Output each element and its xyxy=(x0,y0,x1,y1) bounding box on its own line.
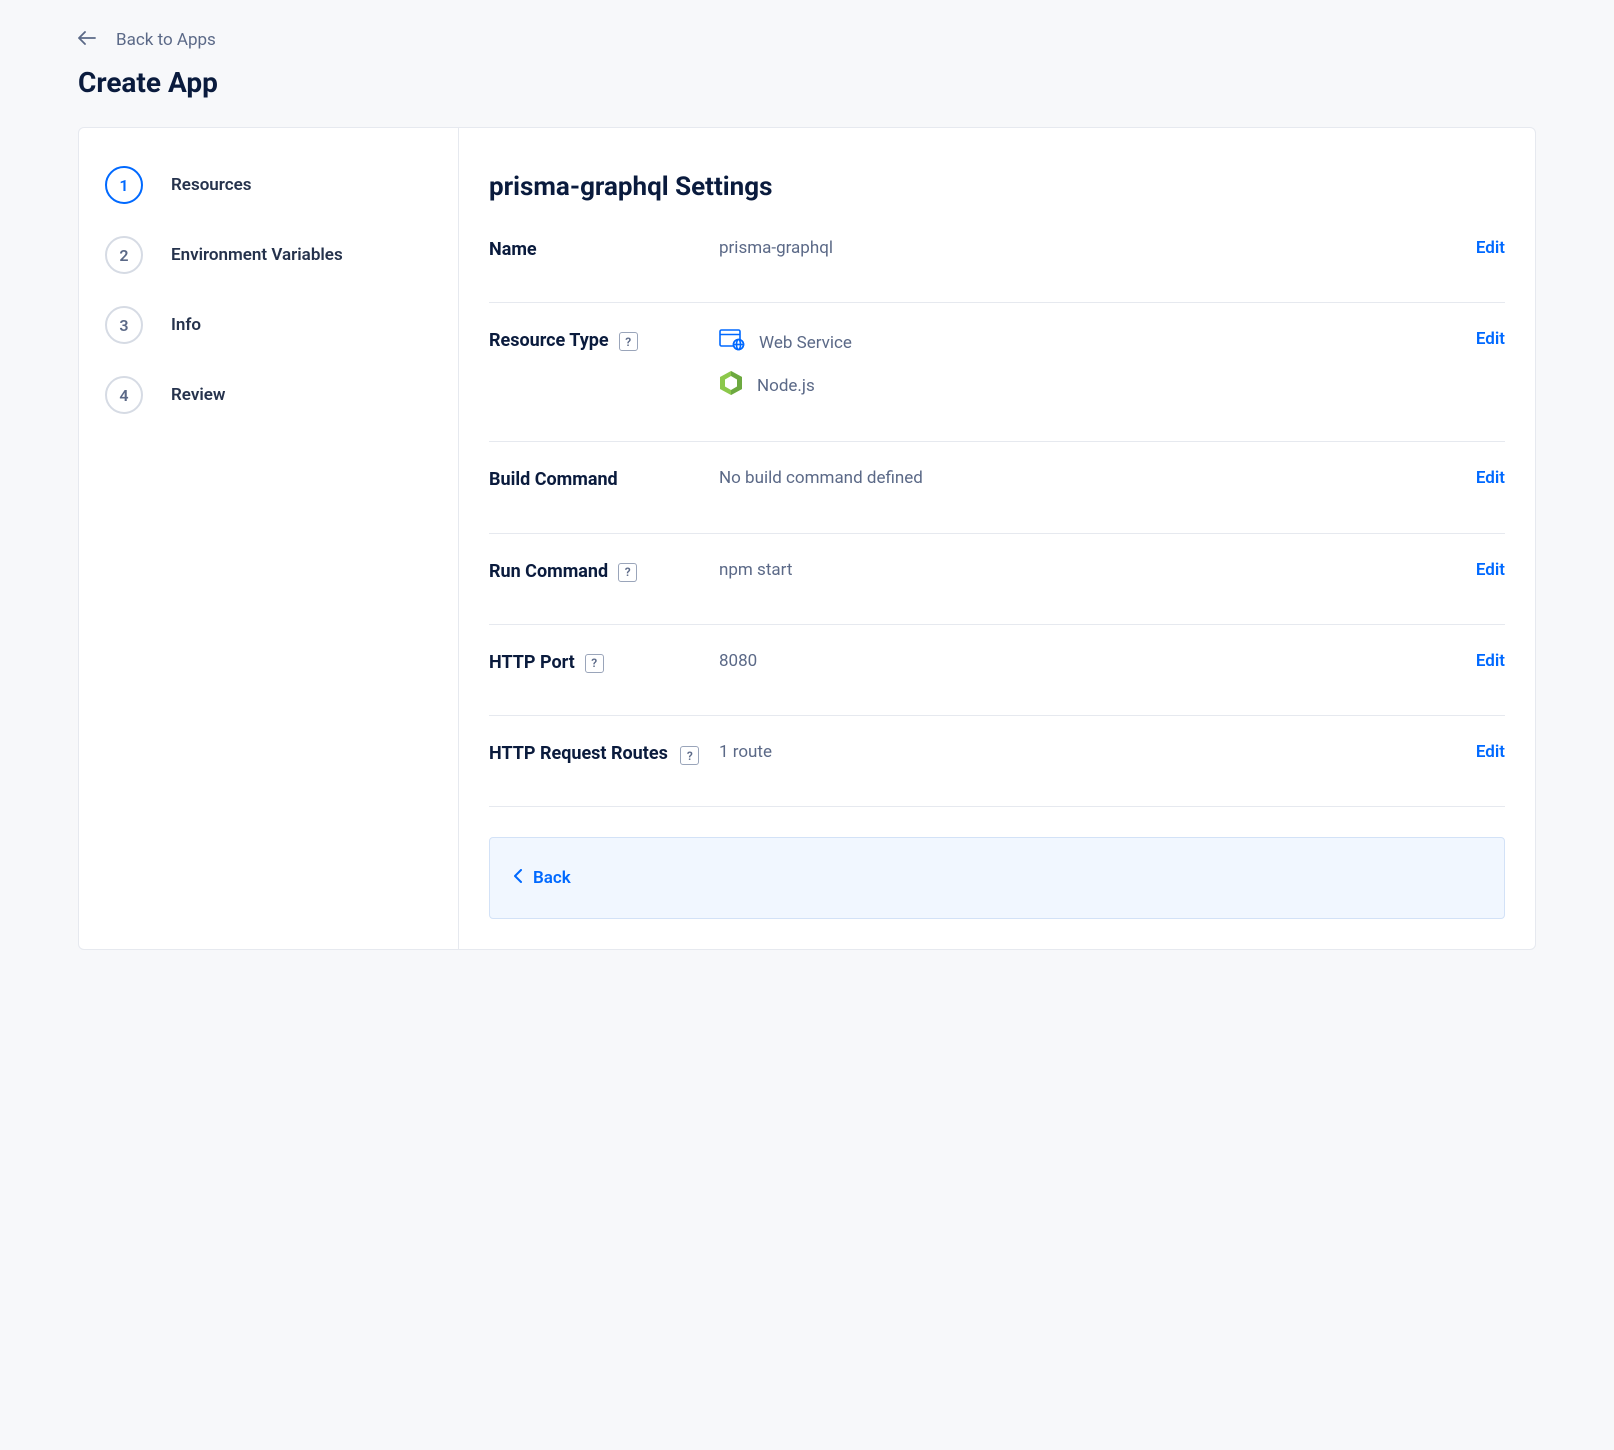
service-line: Web Service xyxy=(719,329,1456,356)
row-build-command: Build Command No build command defined E… xyxy=(489,442,1505,533)
step-env-vars[interactable]: 2 Environment Variables xyxy=(105,220,432,290)
step-number: 4 xyxy=(105,376,143,414)
row-http-port: HTTP Port ? 8080 Edit xyxy=(489,625,1505,716)
row-label: Resource Type ? xyxy=(489,329,719,353)
back-to-apps-label: Back to Apps xyxy=(116,30,216,50)
row-run-command: Run Command ? npm start Edit xyxy=(489,534,1505,625)
row-label: HTTP Request Routes ? xyxy=(489,742,719,766)
row-label: Run Command ? xyxy=(489,560,719,584)
arrow-left-icon xyxy=(78,30,96,50)
chevron-left-icon xyxy=(514,868,523,888)
footer-bar: Back xyxy=(489,837,1505,919)
step-number: 2 xyxy=(105,236,143,274)
help-icon[interactable]: ? xyxy=(680,746,699,765)
nodejs-icon xyxy=(719,370,743,401)
row-label: Build Command xyxy=(489,468,719,492)
steps-sidebar: 1 Resources 2 Environment Variables 3 In… xyxy=(79,128,459,949)
edit-resource-type-button[interactable]: Edit xyxy=(1456,329,1505,349)
row-value: prisma-graphql xyxy=(719,238,1456,258)
row-value: Web Service Node.js xyxy=(719,329,1456,401)
settings-main: prisma-graphql Settings Name prisma-grap… xyxy=(459,128,1535,949)
step-label: Resources xyxy=(171,175,252,195)
footer-back-button[interactable]: Back xyxy=(514,868,571,888)
row-label: Name xyxy=(489,238,719,262)
runtime-line: Node.js xyxy=(719,370,1456,401)
page-title: Create App xyxy=(78,66,1536,99)
step-label: Environment Variables xyxy=(171,245,343,265)
runtime-name: Node.js xyxy=(757,376,815,396)
step-number: 3 xyxy=(105,306,143,344)
row-value: 1 route xyxy=(719,742,1456,762)
help-icon[interactable]: ? xyxy=(585,654,604,673)
back-to-apps-link[interactable]: Back to Apps xyxy=(78,30,1536,50)
step-info[interactable]: 3 Info xyxy=(105,290,432,360)
step-label: Review xyxy=(171,385,225,405)
footer-back-label: Back xyxy=(533,868,571,888)
create-app-card: 1 Resources 2 Environment Variables 3 In… xyxy=(78,127,1536,950)
edit-http-routes-button[interactable]: Edit xyxy=(1456,742,1505,762)
step-resources[interactable]: 1 Resources xyxy=(105,150,432,220)
section-title: prisma-graphql Settings xyxy=(489,172,1505,202)
edit-run-command-button[interactable]: Edit xyxy=(1456,560,1505,580)
row-resource-type: Resource Type ? Web S xyxy=(489,303,1505,442)
step-label: Info xyxy=(171,315,201,335)
edit-build-command-button[interactable]: Edit xyxy=(1456,468,1505,488)
help-icon[interactable]: ? xyxy=(619,332,638,351)
row-value: npm start xyxy=(719,560,1456,580)
edit-http-port-button[interactable]: Edit xyxy=(1456,651,1505,671)
step-number: 1 xyxy=(105,166,143,204)
row-value: No build command defined xyxy=(719,468,1456,488)
edit-name-button[interactable]: Edit xyxy=(1456,238,1505,258)
service-name: Web Service xyxy=(759,333,852,353)
row-name: Name prisma-graphql Edit xyxy=(489,238,1505,303)
help-icon[interactable]: ? xyxy=(618,563,637,582)
row-value: 8080 xyxy=(719,651,1456,671)
web-service-icon xyxy=(719,329,745,356)
row-label: HTTP Port ? xyxy=(489,651,719,675)
row-http-routes: HTTP Request Routes ? 1 route Edit xyxy=(489,716,1505,807)
step-review[interactable]: 4 Review xyxy=(105,360,432,430)
